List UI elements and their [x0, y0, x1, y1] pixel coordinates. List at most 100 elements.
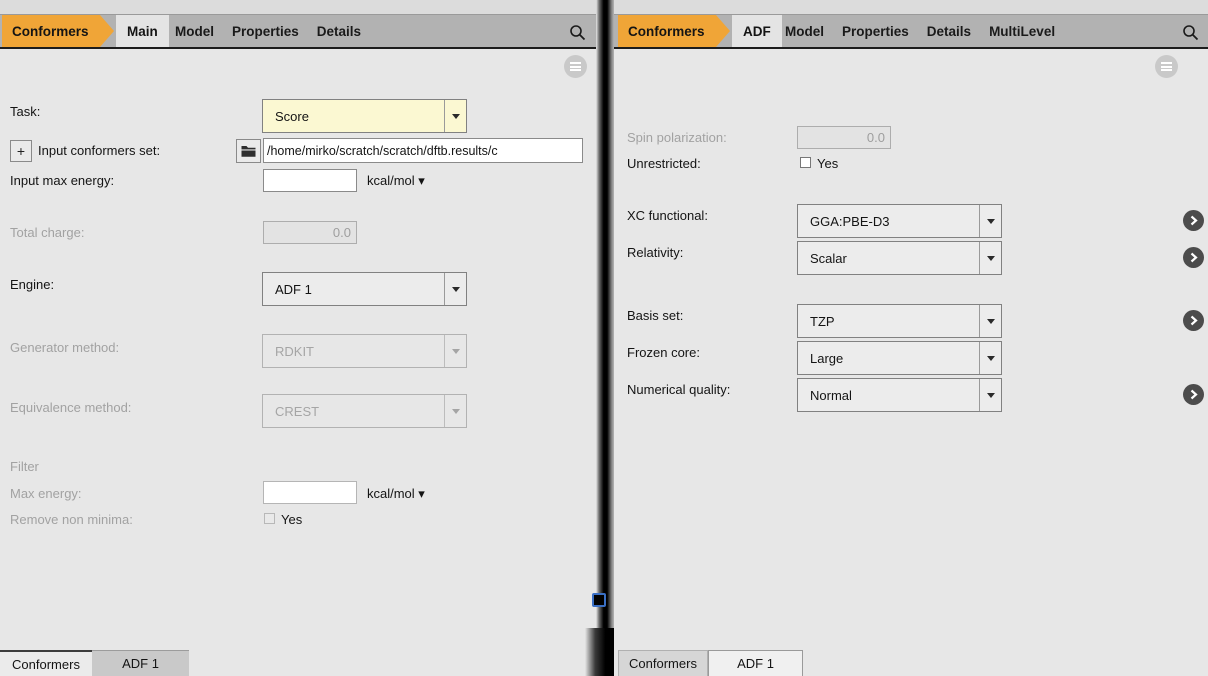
right-workflow-tab-conformers[interactable]: Conformers: [618, 15, 730, 47]
chevron-right-icon: [1188, 215, 1199, 226]
browse-file-button[interactable]: [236, 139, 261, 163]
chevron-down-icon: [452, 114, 460, 119]
left-bottom-tab-adf1-label: ADF 1: [122, 656, 159, 671]
hamburger-icon: [570, 62, 581, 71]
left-tab-properties-label: Properties: [232, 24, 299, 39]
chevron-down-icon: [987, 256, 995, 261]
folder-icon: [241, 145, 256, 157]
left-tab-main-label: Main: [127, 24, 158, 39]
right-tab-multilevel[interactable]: MultiLevel: [980, 15, 1064, 47]
chevron-down-icon: [987, 393, 995, 398]
add-conformers-set-button[interactable]: +: [10, 140, 32, 162]
left-tabs: Model Properties Details: [166, 15, 370, 47]
left-workflow-tab-conformers[interactable]: Conformers: [2, 15, 114, 47]
chevron-down-icon: [452, 349, 460, 354]
right-tab-adf-label: ADF: [743, 24, 771, 39]
left-tab-bar: Conformers Main Model Properties Details: [0, 14, 597, 49]
panel-splitter[interactable]: [596, 0, 614, 676]
input-max-energy-field[interactable]: [263, 169, 357, 192]
left-search-button[interactable]: [567, 22, 587, 42]
panel-splitter-footer: [585, 628, 614, 676]
chevron-down-icon: [987, 219, 995, 224]
basis-set-details-button[interactable]: [1183, 310, 1204, 331]
xc-functional-label: XC functional:: [627, 208, 708, 223]
right-tab-properties[interactable]: Properties: [833, 15, 918, 47]
right-workflow-tab-label: Conformers: [628, 24, 705, 39]
equivalence-method-value: CREST: [263, 395, 444, 427]
chevron-right-icon: [1188, 252, 1199, 263]
left-tab-model[interactable]: Model: [166, 15, 223, 47]
spin-polarization-field: [797, 126, 891, 149]
panel-conformers-adf: Conformers ADF Model Properties Details …: [613, 0, 1208, 676]
filter-section-header: Filter: [10, 459, 39, 474]
splitter-handle[interactable]: [592, 593, 606, 607]
chevron-down-icon: [987, 319, 995, 324]
right-search-button[interactable]: [1180, 22, 1200, 42]
right-panel-menu-button[interactable]: [1155, 55, 1178, 78]
left-bottom-tab-conformers[interactable]: Conformers: [0, 650, 92, 676]
right-tab-properties-label: Properties: [842, 24, 909, 39]
basis-set-arrow[interactable]: [979, 305, 1001, 337]
left-tab-properties[interactable]: Properties: [223, 15, 308, 47]
xc-functional-dropdown[interactable]: GGA:PBE-D3: [797, 204, 1002, 238]
right-bottom-tab-adf1-label: ADF 1: [737, 656, 774, 671]
relativity-details-button[interactable]: [1183, 247, 1204, 268]
left-tab-details[interactable]: Details: [308, 15, 370, 47]
numerical-quality-value: Normal: [798, 379, 979, 411]
chevron-right-icon: [1188, 315, 1199, 326]
xc-functional-details-button[interactable]: [1183, 210, 1204, 231]
frozen-core-dropdown[interactable]: Large: [797, 341, 1002, 375]
spin-polarization-label: Spin polarization:: [627, 130, 727, 145]
right-tab-bar: Conformers ADF Model Properties Details …: [613, 14, 1208, 49]
numerical-quality-arrow[interactable]: [979, 379, 1001, 411]
unrestricted-checkbox[interactable]: [800, 157, 811, 168]
right-tab-multilevel-label: MultiLevel: [989, 24, 1055, 39]
generator-method-label: Generator method:: [10, 340, 119, 355]
right-bottom-tab-adf1[interactable]: ADF 1: [708, 650, 803, 676]
numerical-quality-dropdown[interactable]: Normal: [797, 378, 1002, 412]
relativity-arrow[interactable]: [979, 242, 1001, 274]
right-tab-details[interactable]: Details: [918, 15, 980, 47]
chevron-down-icon: [452, 287, 460, 292]
right-tab-model[interactable]: Model: [776, 15, 833, 47]
left-tab-model-label: Model: [175, 24, 214, 39]
frozen-core-value: Large: [798, 342, 979, 374]
right-tabs: Model Properties Details MultiLevel: [776, 15, 1064, 47]
task-dropdown-value: Score: [263, 100, 444, 132]
engine-dropdown[interactable]: ADF 1: [262, 272, 467, 306]
frozen-core-arrow[interactable]: [979, 342, 1001, 374]
remove-non-minima-checkbox: [264, 513, 275, 524]
right-bottom-tab-conformers-label: Conformers: [629, 656, 697, 671]
max-energy-field: [263, 481, 357, 504]
generator-method-dropdown: RDKIT: [262, 334, 467, 368]
left-top-strip: [0, 0, 597, 14]
chevron-down-icon: [452, 409, 460, 414]
left-bottom-tab-adf1[interactable]: ADF 1: [92, 650, 189, 676]
right-tab-adf[interactable]: ADF: [732, 15, 782, 47]
task-dropdown-arrow[interactable]: [444, 100, 466, 132]
left-bottom-tab-conformers-label: Conformers: [12, 657, 80, 672]
xc-functional-arrow[interactable]: [979, 205, 1001, 237]
left-panel-menu-button[interactable]: [564, 55, 587, 78]
right-bottom-strip: Conformers ADF 1: [613, 650, 1208, 676]
numerical-quality-details-button[interactable]: [1183, 384, 1204, 405]
left-workflow-tab-label: Conformers: [12, 24, 89, 39]
max-energy-unit-dropdown: kcal/mol ▾: [367, 486, 425, 502]
input-max-energy-label: Input max energy:: [10, 173, 114, 188]
task-dropdown[interactable]: Score: [262, 99, 467, 133]
search-icon: [1182, 24, 1199, 41]
right-bottom-tab-conformers[interactable]: Conformers: [618, 650, 708, 676]
basis-set-dropdown[interactable]: TZP: [797, 304, 1002, 338]
plus-icon: +: [17, 143, 25, 159]
equivalence-method-arrow: [444, 395, 466, 427]
input-max-energy-unit-dropdown[interactable]: kcal/mol ▾: [367, 173, 425, 189]
conformers-set-path-input[interactable]: [263, 138, 583, 163]
unrestricted-checkbox-label: Yes: [817, 156, 838, 171]
left-tab-main[interactable]: Main: [116, 15, 169, 47]
engine-label: Engine:: [10, 277, 54, 292]
equivalence-method-label: Equivalence method:: [10, 400, 131, 415]
engine-dropdown-arrow[interactable]: [444, 273, 466, 305]
total-charge-label: Total charge:: [10, 225, 84, 240]
relativity-dropdown[interactable]: Scalar: [797, 241, 1002, 275]
max-energy-label: Max energy:: [10, 486, 82, 501]
